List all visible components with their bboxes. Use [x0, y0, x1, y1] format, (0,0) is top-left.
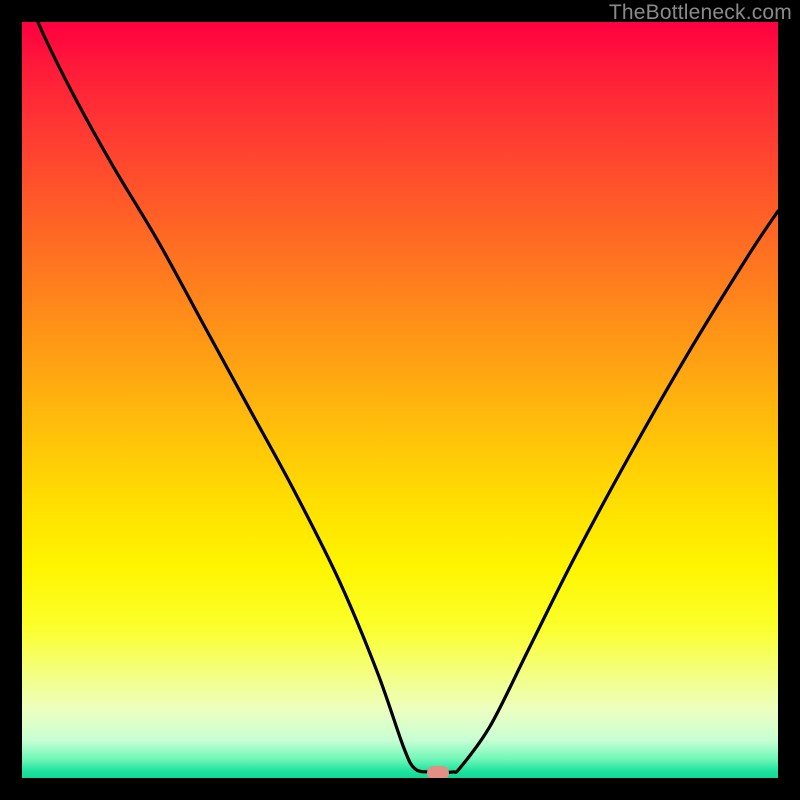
curve-svg: [22, 22, 778, 778]
watermark-text: TheBottleneck.com: [609, 1, 792, 25]
optimum-marker: [427, 766, 449, 778]
bottleneck-curve: [22, 22, 778, 772]
chart-frame: TheBottleneck.com: [0, 0, 800, 800]
plot-area: [22, 22, 778, 778]
